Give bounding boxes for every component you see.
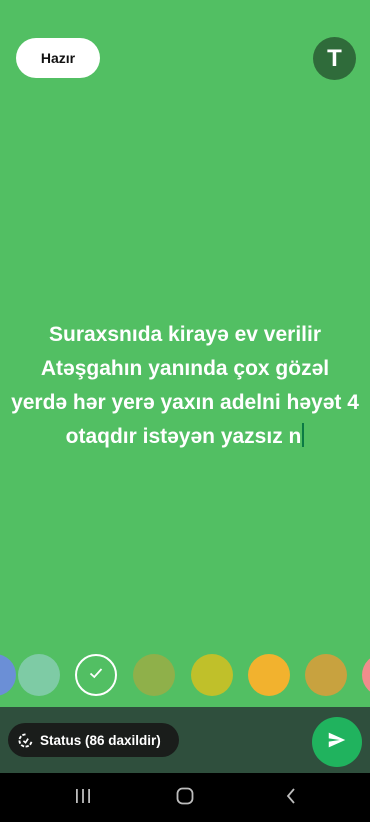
recent-apps-icon [73,787,93,810]
check-icon [87,664,105,687]
system-navigation-bar [0,773,370,822]
send-icon [326,729,348,756]
color-swatch[interactable] [133,654,175,696]
status-ring-icon [18,732,33,748]
status-audience-chip[interactable]: Status (86 daxildir) [8,723,179,757]
bottom-bar: Status (86 daxildir) [0,707,370,773]
text-cursor [302,423,305,447]
back-icon [283,786,299,811]
color-swatch[interactable] [305,654,347,696]
font-style-button[interactable]: T [313,37,356,80]
status-composer-screen: Hazır T Suraxsnıda kirayə ev verilir Atə… [0,0,370,822]
color-swatch[interactable] [248,654,290,696]
status-text-editor[interactable]: Suraxsnıda kirayə ev verilir Atəşgahın y… [10,318,360,454]
recent-apps-button[interactable] [70,785,96,811]
done-button[interactable]: Hazır [16,38,100,78]
color-swatch[interactable] [75,654,117,696]
home-button[interactable] [172,785,198,811]
color-swatch[interactable] [0,654,16,696]
color-swatch[interactable] [362,654,370,696]
back-button[interactable] [278,785,304,811]
send-button[interactable] [312,717,362,767]
status-audience-label: Status (86 daxildir) [40,732,161,748]
status-text: Suraxsnıda kirayə ev verilir Atəşgahın y… [11,323,359,448]
home-icon [175,786,195,811]
color-swatch[interactable] [18,654,60,696]
color-swatch[interactable] [191,654,233,696]
